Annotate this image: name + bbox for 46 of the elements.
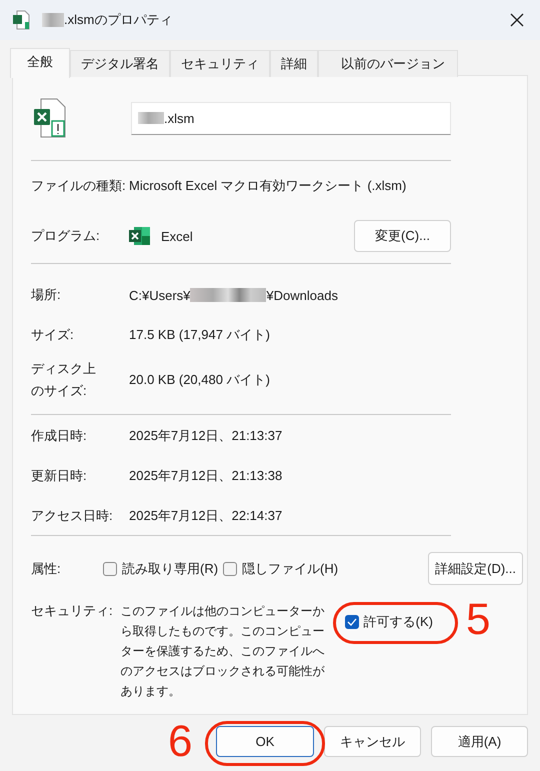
checkbox-label: 読み取り専用(R) bbox=[122, 560, 218, 578]
field-value: 17.5 KB (17,947 バイト) bbox=[129, 326, 270, 344]
file-name-text: .xlsm bbox=[164, 110, 194, 126]
excel-file-icon bbox=[12, 10, 32, 30]
checkbox-label: 許可する(K) bbox=[364, 613, 433, 631]
step-number: 5 bbox=[466, 596, 490, 644]
field-label: のサイズ: bbox=[31, 382, 88, 400]
field-label: 属性: bbox=[31, 560, 62, 578]
tab[interactable]: 以前のバージョン bbox=[318, 50, 458, 77]
field-label: プログラム: bbox=[31, 227, 101, 245]
apply-button[interactable]: 適用(A) bbox=[431, 726, 528, 757]
field-label: ディスク上 bbox=[31, 360, 97, 378]
field-label: アクセス日時: bbox=[31, 507, 114, 525]
cancel-button[interactable]: キャンセル bbox=[324, 726, 421, 757]
field-value: 2025年7月12日、21:13:37 bbox=[129, 427, 282, 445]
change-button[interactable]: 変更(C)... bbox=[354, 220, 451, 252]
field-label: セキュリティ: bbox=[31, 602, 113, 620]
file-name-field[interactable]: .xlsm bbox=[131, 102, 451, 134]
field-label: 場所: bbox=[31, 286, 62, 304]
tab[interactable]: デジタル署名 bbox=[70, 50, 170, 77]
excel-file-icon bbox=[33, 98, 67, 138]
location-text: C:¥Users¥ bbox=[129, 288, 190, 302]
ok-button[interactable]: OK bbox=[216, 726, 314, 757]
program-name: Excel bbox=[161, 228, 194, 244]
field-value: 2025年7月12日、21:13:38 bbox=[129, 467, 282, 485]
checkbox[interactable] bbox=[223, 562, 238, 576]
field-value: Microsoft Excel マクロ有効ワークシート (.xlsm) bbox=[129, 177, 406, 195]
field-value: 20.0 KB (20,480 バイト) bbox=[129, 371, 270, 389]
field-label: サイズ: bbox=[31, 326, 75, 344]
tab[interactable]: セキュリティ bbox=[170, 50, 270, 77]
location-text: ¥Downloads bbox=[266, 288, 338, 302]
advanced-button[interactable]: 詳細設定(D)... bbox=[428, 552, 523, 585]
field-value: 2025年7月12日、22:14:37 bbox=[129, 507, 282, 525]
field-label: ファイルの種類: bbox=[31, 177, 127, 195]
checkbox[interactable] bbox=[103, 562, 117, 576]
window-title: .xlsmのプロパティ bbox=[64, 11, 174, 29]
step-number: 6 bbox=[168, 718, 192, 766]
field-label: 更新日時: bbox=[31, 467, 88, 485]
security-message: このファイルは他のコンピューターから取得したものです。このコンピューターを保護するため、このファイルへのアクセスはブロックされる可能性があります。 bbox=[120, 603, 326, 700]
close-icon[interactable] bbox=[510, 13, 524, 27]
field-label: 作成日時: bbox=[31, 427, 88, 445]
checkbox-label: 隠しファイル(H) bbox=[242, 560, 338, 578]
tab[interactable]: 全般 bbox=[10, 48, 70, 78]
excel-icon bbox=[129, 226, 151, 246]
checkbox[interactable] bbox=[344, 615, 359, 629]
tab[interactable]: 詳細 bbox=[270, 50, 318, 77]
